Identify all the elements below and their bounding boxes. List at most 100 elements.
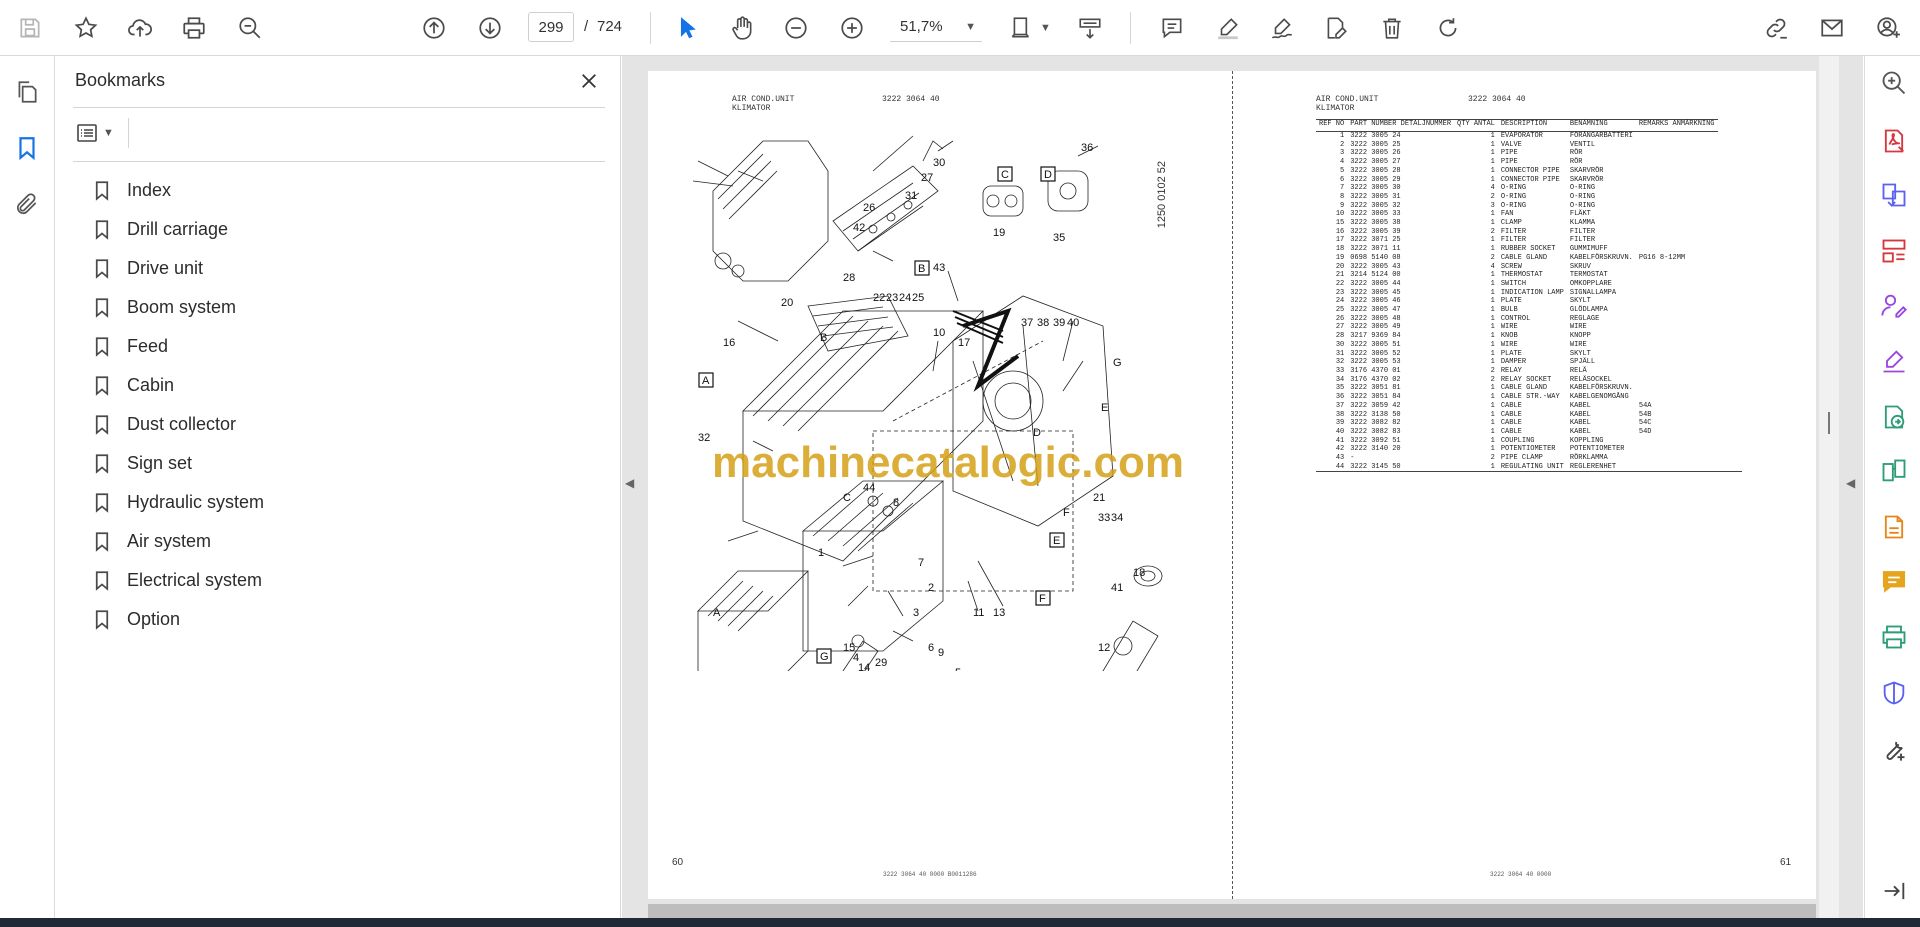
bookmarks-icon[interactable] bbox=[11, 132, 43, 164]
bookmark-item[interactable]: Air system bbox=[95, 522, 595, 561]
chevron-down-icon[interactable]: ▼ bbox=[1040, 22, 1051, 34]
table-cell: CABLE bbox=[1500, 410, 1522, 419]
table-cell: 10 bbox=[1335, 210, 1345, 219]
share-document-icon[interactable] bbox=[1879, 402, 1909, 432]
bookmark-item[interactable]: Boom system bbox=[95, 288, 595, 327]
table-cell: 3222 3005 47 bbox=[1350, 306, 1401, 315]
zoom-out-icon[interactable] bbox=[778, 10, 814, 46]
attachments-paperclip-icon[interactable] bbox=[11, 188, 43, 220]
table-cell: 3222 3005 46 bbox=[1350, 297, 1401, 306]
svg-text:28: 28 bbox=[843, 272, 855, 284]
table-cell: 3222 3071 11 bbox=[1350, 245, 1401, 254]
next-page-icon[interactable] bbox=[472, 10, 508, 46]
bookmark-ribbon-icon bbox=[95, 453, 113, 475]
table-cell: SWITCH bbox=[1500, 279, 1527, 288]
bookmark-item[interactable]: Sign set bbox=[95, 444, 595, 483]
bookmark-item[interactable]: Drill carriage bbox=[95, 210, 595, 249]
bookmark-item[interactable]: Drive unit bbox=[95, 249, 595, 288]
column-header: QTY ANTAL bbox=[1454, 119, 1498, 132]
collapse-tools-arrow-icon[interactable] bbox=[1879, 876, 1909, 906]
collapse-right-panel-icon[interactable]: ◀ bbox=[1846, 476, 1855, 490]
table-cell: 9 bbox=[1340, 201, 1345, 210]
document-viewport[interactable]: ◀ AIR COND.UNIT KLIMATOR 3222 3064 40 A … bbox=[622, 56, 1863, 918]
zoom-search-icon[interactable] bbox=[232, 10, 268, 46]
vertical-scrollbar[interactable] bbox=[1819, 56, 1839, 918]
table-cell: 1 bbox=[1490, 332, 1495, 341]
bookmark-options-menu[interactable]: ▼ bbox=[75, 118, 125, 148]
rotate-icon[interactable] bbox=[1430, 10, 1466, 46]
table-cell: CONNECTOR PIPE bbox=[1500, 175, 1560, 184]
svg-text:23: 23 bbox=[886, 292, 898, 304]
collapse-left-panel-icon[interactable]: ◀ bbox=[625, 476, 634, 490]
svg-text:C: C bbox=[843, 492, 851, 504]
upload-cloud-icon[interactable] bbox=[122, 10, 158, 46]
delete-trash-icon[interactable] bbox=[1374, 10, 1410, 46]
zoom-level-dropdown[interactable]: 51,7% ▼ bbox=[890, 12, 982, 42]
table-cell: RUBBER SOCKET bbox=[1500, 245, 1556, 254]
table-cell: 3222 3005 39 bbox=[1350, 227, 1401, 236]
export-pdf-icon[interactable] bbox=[1879, 126, 1909, 156]
bookmark-item[interactable]: Index bbox=[95, 171, 595, 210]
save-icon[interactable] bbox=[12, 10, 48, 46]
print-production-icon[interactable] bbox=[1879, 622, 1909, 652]
bookmark-item[interactable]: Cabin bbox=[95, 366, 595, 405]
page-number-input[interactable] bbox=[528, 12, 574, 42]
page-thumbnails-icon[interactable] bbox=[11, 76, 43, 108]
scroll-handle[interactable] bbox=[1828, 412, 1830, 434]
highlight-pen-icon[interactable] bbox=[1210, 10, 1246, 46]
close-icon[interactable] bbox=[576, 68, 602, 94]
comment-sticky-note-icon[interactable] bbox=[1879, 566, 1909, 596]
comment-icon[interactable] bbox=[1154, 10, 1190, 46]
page-fit-icon[interactable] bbox=[1004, 10, 1040, 46]
organize-pages-icon[interactable] bbox=[1879, 236, 1909, 266]
horizontal-scrollbar[interactable] bbox=[648, 904, 1816, 918]
select-cursor-icon[interactable] bbox=[670, 10, 706, 46]
bookmark-item[interactable]: Hydraulic system bbox=[95, 483, 595, 522]
table-cell: CABLE bbox=[1500, 427, 1522, 436]
user-account-icon[interactable] bbox=[1870, 10, 1906, 46]
bookmark-label: Cabin bbox=[127, 375, 175, 395]
table-row: 22 3222 3005 44 1 SWITCH OMKOPPLARE bbox=[1316, 280, 1718, 289]
zoom-in-icon[interactable] bbox=[834, 10, 870, 46]
scan-ocr-icon[interactable] bbox=[1879, 512, 1909, 542]
zoom-search-icon[interactable] bbox=[1879, 68, 1909, 98]
table-cell: 4 bbox=[1340, 158, 1345, 167]
table-cell: 32 bbox=[1335, 358, 1345, 367]
compare-files-icon[interactable] bbox=[1879, 456, 1909, 486]
bookmark-item[interactable]: Option bbox=[95, 600, 595, 639]
print-icon[interactable] bbox=[176, 10, 212, 46]
bookmark-item[interactable]: Electrical system bbox=[95, 561, 595, 600]
previous-page-icon[interactable] bbox=[416, 10, 452, 46]
table-cell: 3 bbox=[1490, 201, 1495, 210]
table-cell bbox=[1636, 454, 1718, 463]
svg-text:39: 39 bbox=[1053, 317, 1065, 329]
table-cell: 3222 3005 24 bbox=[1350, 132, 1401, 140]
table-cell: VALVE bbox=[1500, 140, 1522, 149]
table-cell bbox=[1636, 297, 1718, 306]
table-cell: 54A bbox=[1638, 401, 1652, 410]
table-cell: KABEL bbox=[1569, 419, 1591, 428]
bookmark-item[interactable]: Dust collector bbox=[95, 405, 595, 444]
table-cell: SKYLT bbox=[1569, 349, 1591, 358]
protect-shield-icon[interactable] bbox=[1879, 678, 1909, 708]
email-envelope-icon[interactable] bbox=[1814, 10, 1850, 46]
hand-tool-icon[interactable] bbox=[724, 10, 760, 46]
table-cell: 3222 3005 53 bbox=[1350, 358, 1401, 367]
more-tools-wrench-icon[interactable] bbox=[1879, 734, 1909, 764]
bookmark-item[interactable]: Feed bbox=[95, 327, 595, 366]
request-signature-icon[interactable] bbox=[1879, 290, 1909, 320]
table-cell: O-RING bbox=[1569, 184, 1596, 193]
share-link-icon[interactable] bbox=[1758, 10, 1794, 46]
table-cell: INDICATION LAMP bbox=[1500, 288, 1564, 297]
scroll-mode-icon[interactable] bbox=[1072, 10, 1108, 46]
fill-and-sign-icon[interactable] bbox=[1879, 346, 1909, 376]
table-cell bbox=[1636, 341, 1718, 350]
convert-document-icon[interactable] bbox=[1879, 180, 1909, 210]
star-icon[interactable] bbox=[68, 10, 104, 46]
draw-signature-icon[interactable] bbox=[1264, 10, 1300, 46]
table-cell: 3222 3005 31 bbox=[1350, 192, 1401, 201]
table-row: 17 3222 3071 25 1 FILTER FILTER bbox=[1316, 236, 1718, 245]
svg-text:36: 36 bbox=[1081, 142, 1093, 154]
table-cell: 30 bbox=[1335, 340, 1345, 349]
edit-document-icon[interactable] bbox=[1318, 10, 1354, 46]
